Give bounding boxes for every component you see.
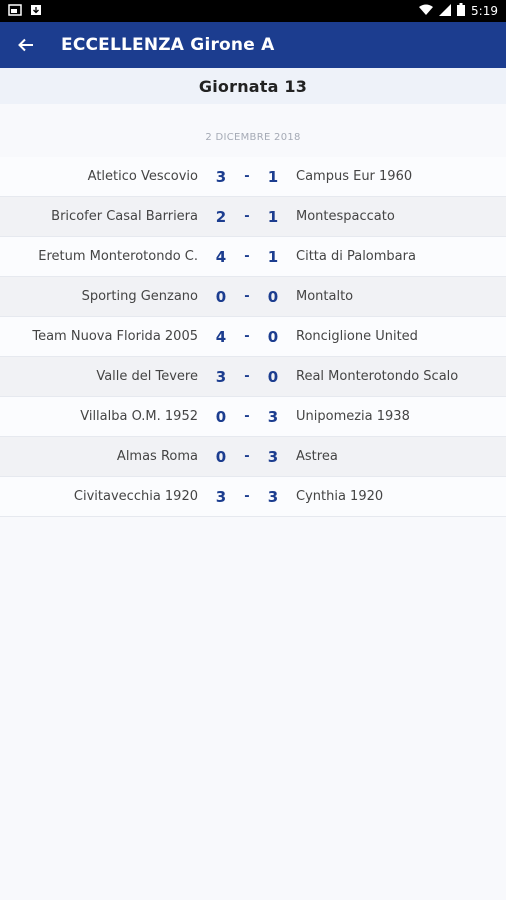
away-score: 1: [267, 167, 279, 186]
away-team: Montespaccato: [296, 209, 395, 224]
battery-icon: [457, 3, 466, 19]
match-list: Atletico Vescovio 3 - 1 Campus Eur 1960 …: [0, 157, 506, 517]
home-team: Sporting Genzano: [81, 289, 198, 304]
home-team: Villalba O.M. 1952: [80, 409, 198, 424]
home-team: Bricofer Casal Barriera: [51, 209, 198, 224]
away-team: Cynthia 1920: [296, 489, 384, 504]
home-score: 3: [215, 487, 227, 506]
away-score: 1: [267, 247, 279, 266]
home-team: Valle del Tevere: [96, 369, 198, 384]
away-team: Astrea: [296, 449, 338, 464]
away-score: 3: [267, 447, 279, 466]
away-score: 1: [267, 207, 279, 226]
screenshot-icon: [8, 3, 22, 19]
home-team: Civitavecchia 1920: [73, 489, 198, 504]
away-team: Unipomezia 1938: [296, 409, 410, 424]
match-row[interactable]: Sporting Genzano 0 - 0 Montalto: [0, 277, 506, 317]
home-score: 0: [215, 407, 227, 426]
status-bar: 5:19: [0, 0, 506, 22]
home-score: 4: [215, 327, 227, 346]
download-icon: [30, 4, 42, 19]
signal-icon: [439, 3, 452, 19]
away-team: Campus Eur 1960: [296, 169, 413, 184]
match-row[interactable]: Villalba O.M. 1952 0 - 3 Unipomezia 1938: [0, 397, 506, 437]
away-score: 0: [267, 287, 279, 306]
round-title: Giornata 13: [0, 68, 506, 104]
page-title: ECCELLENZA Girone A: [61, 35, 275, 55]
home-team: Team Nuova Florida 2005: [32, 329, 198, 344]
arrow-left-icon: [18, 38, 33, 52]
status-time: 5:19: [471, 4, 498, 18]
match-row[interactable]: Valle del Tevere 3 - 0 Real Monterotondo…: [0, 357, 506, 397]
match-row[interactable]: Atletico Vescovio 3 - 1 Campus Eur 1960: [0, 157, 506, 197]
home-score: 4: [215, 247, 227, 266]
home-score: 0: [215, 447, 227, 466]
home-score: 3: [215, 367, 227, 386]
match-row[interactable]: Team Nuova Florida 2005 4 - 0 Ronciglion…: [0, 317, 506, 357]
match-row[interactable]: Civitavecchia 1920 3 - 3 Cynthia 1920: [0, 477, 506, 517]
match-row[interactable]: Eretum Monterotondo C. 4 - 1 Citta di Pa…: [0, 237, 506, 277]
away-score: 3: [267, 407, 279, 426]
home-team: Atletico Vescovio: [87, 169, 198, 184]
away-team: Citta di Palombara: [296, 249, 416, 264]
away-score: 0: [267, 367, 279, 386]
home-team: Almas Roma: [116, 449, 198, 464]
back-button[interactable]: [14, 33, 38, 57]
match-row[interactable]: Bricofer Casal Barriera 2 - 1 Montespacc…: [0, 197, 506, 237]
home-score: 3: [215, 167, 227, 186]
match-row[interactable]: Almas Roma 0 - 3 Astrea: [0, 437, 506, 477]
away-team: Real Monterotondo Scalo: [296, 369, 459, 384]
away-score: 3: [267, 487, 279, 506]
wifi-icon: [419, 4, 434, 19]
away-team: Ronciglione United: [296, 329, 418, 344]
match-date: 2 DICEMBRE 2018: [205, 132, 301, 143]
home-team: Eretum Monterotondo C.: [38, 249, 198, 264]
home-score: 2: [215, 207, 227, 226]
away-score: 0: [267, 327, 279, 346]
home-score: 0: [215, 287, 227, 306]
away-team: Montalto: [296, 289, 354, 304]
app-bar: ECCELLENZA Girone A: [0, 22, 506, 68]
